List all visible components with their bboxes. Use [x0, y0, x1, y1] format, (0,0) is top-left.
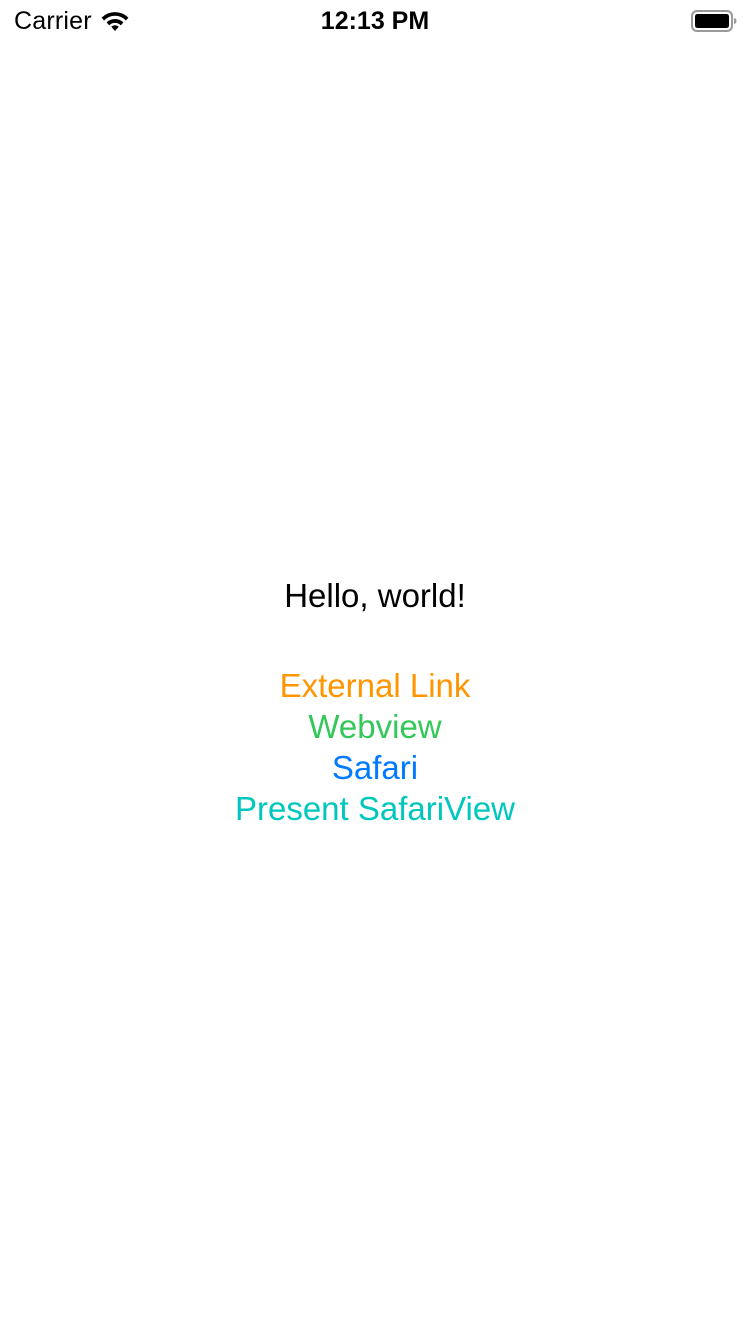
external-link-button[interactable]: External Link — [0, 665, 750, 706]
status-bar: Carrier 12:13 PM — [0, 0, 750, 40]
greeting-text: Hello, world! — [284, 577, 466, 614]
battery-icon — [691, 10, 737, 32]
webview-button[interactable]: Webview — [0, 706, 750, 747]
link-list: External Link Webview Safari Present Saf… — [0, 665, 750, 829]
present-safari-view-button[interactable]: Present SafariView — [0, 788, 750, 829]
clock-time: 12:13 PM — [320, 7, 430, 35]
main-content: Hello, world! External Link Webview Safa… — [0, 574, 750, 829]
safari-button[interactable]: Safari — [0, 747, 750, 788]
